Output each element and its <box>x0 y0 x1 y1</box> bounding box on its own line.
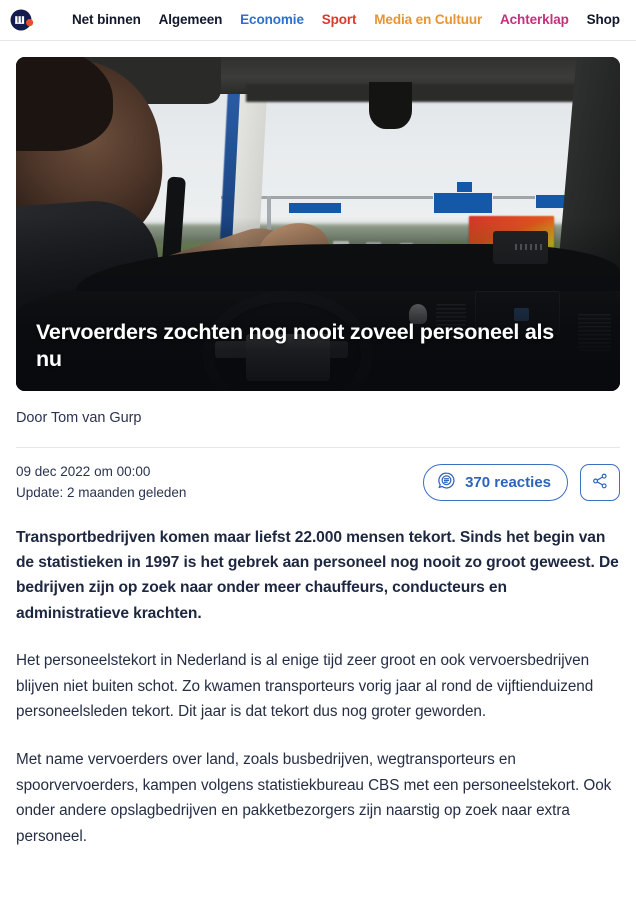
nav-item-economie[interactable]: Economie <box>240 13 304 27</box>
nav-item-sport[interactable]: Sport <box>322 13 357 27</box>
nav-item-achterklap[interactable]: Achterklap <box>500 13 569 27</box>
article-body: Transportbedrijven komen maar liefst 22.… <box>0 525 636 850</box>
reactions-label: 370 reacties <box>465 474 551 492</box>
hero-figure[interactable]: Vervoerders zochten nog nooit zoveel per… <box>16 57 620 391</box>
share-button[interactable] <box>580 464 620 502</box>
nu-logo-icon <box>10 9 34 31</box>
nav-item-shop[interactable]: Shop <box>587 13 620 27</box>
page-title: Vervoerders zochten nog nooit zoveel per… <box>36 320 554 372</box>
timestamps: 09 dec 2022 om 00:00 Update: 2 maanden g… <box>16 462 186 504</box>
comment-icon <box>437 471 456 494</box>
nav-item-media-en-cultuur[interactable]: Media en Cultuur <box>374 13 482 27</box>
article-actions: 370 reacties <box>423 464 620 502</box>
article-lead: Transportbedrijven komen maar liefst 22.… <box>16 528 619 622</box>
article-meta-row: 09 dec 2022 om 00:00 Update: 2 maanden g… <box>16 462 620 504</box>
nav-item-algemeen[interactable]: Algemeen <box>159 13 223 27</box>
byline: Door Tom van Gurp <box>16 410 142 426</box>
nu-logo[interactable] <box>10 8 34 32</box>
reactions-button[interactable]: 370 reacties <box>423 464 568 502</box>
published-date: 09 dec 2022 om 00:00 <box>16 464 151 479</box>
share-icon <box>591 472 609 493</box>
meta-divider <box>16 447 620 448</box>
site-header: Net binnen Algemeen Economie Sport Media… <box>0 0 636 41</box>
primary-nav: Net binnen Algemeen Economie Sport Media… <box>40 13 622 27</box>
article-paragraph-2: Met name vervoerders over land, zoals bu… <box>16 750 612 845</box>
nav-item-net-binnen[interactable]: Net binnen <box>72 13 141 27</box>
article-paragraph-1: Het personeelstekort in Nederland is al … <box>16 651 594 721</box>
updated-date: Update: 2 maanden geleden <box>16 484 187 500</box>
